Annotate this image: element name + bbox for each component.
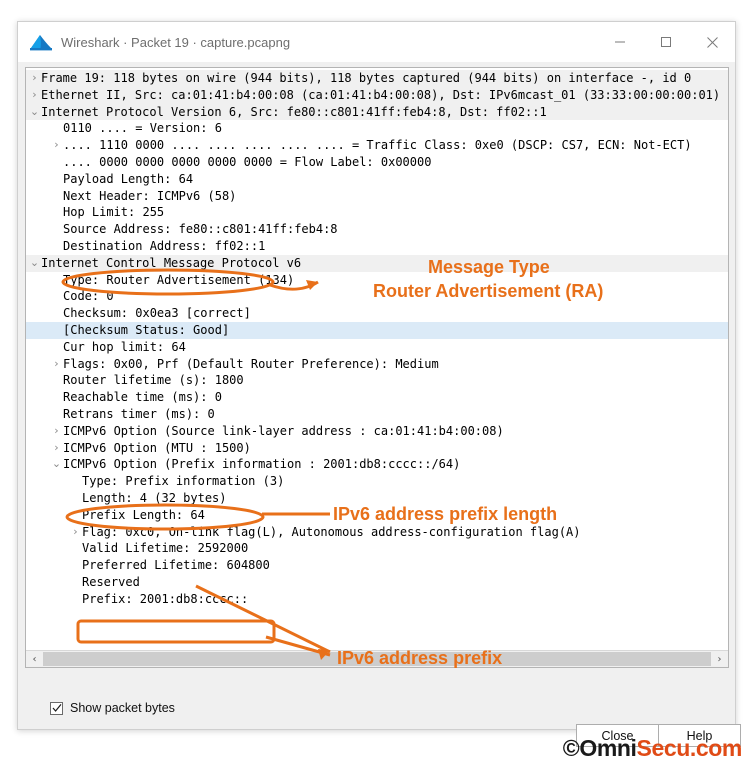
chevron-right-icon[interactable]: › (711, 651, 728, 667)
packet-tree-row-label: Destination Address: ff02::1 (63, 238, 266, 253)
maximize-icon (661, 37, 671, 47)
packet-tree-row-label: Length: 4 (32 bytes) (82, 490, 227, 505)
packet-tree-row-label: ICMPv6 Option (MTU : 1500) (63, 440, 251, 455)
packet-detail-pane[interactable]: › Frame 19: 118 bytes on wire (944 bits),… (25, 67, 729, 668)
chevron-right-icon[interactable]: › (28, 87, 41, 104)
packet-tree-row-label: Hop Limit: 255 (63, 205, 165, 220)
screenshot-root: / / / OmniSecu.com Wireshark · Packet 19… (0, 0, 754, 770)
packet-tree-row-label: ICMPv6 Option (Source link-layer address… (63, 423, 504, 438)
chevron-right-icon[interactable]: › (50, 440, 63, 457)
packet-tree-row-label: Preferred Lifetime: 604800 (82, 558, 270, 573)
show-packet-bytes-label: Show packet bytes (70, 701, 175, 715)
packet-tree-row[interactable]: Reachable time (ms): 0 (26, 389, 728, 406)
close-icon (706, 36, 718, 48)
packet-tree-row-label: Prefix: 2001:db8:cccc:: (82, 591, 249, 606)
packet-tree-row[interactable]: Prefix: 2001:db8:cccc:: (26, 591, 728, 608)
packet-tree-row[interactable]: Type: Prefix information (3) (26, 473, 728, 490)
chevron-right-icon[interactable]: › (28, 70, 41, 87)
packet-tree-row-label: Frame 19: 118 bytes on wire (944 bits), … (41, 71, 692, 85)
packet-tree-row-label: Next Header: ICMPv6 (58) (63, 188, 237, 203)
packet-tree-row[interactable]: › Flag: 0xc0, On-link flag(L), Autonomous… (26, 524, 728, 541)
title-bar: Wireshark · Packet 19 · capture.pcapng (18, 22, 735, 62)
packet-tree-row-label: Internet Control Message Protocol v6 (41, 255, 302, 270)
packet-tree-row-label: Retrans timer (ms): 0 (63, 406, 215, 421)
close-button[interactable] (689, 22, 735, 62)
window-title: Wireshark · Packet 19 · capture.pcapng (61, 34, 291, 50)
packet-tree-row[interactable]: .... 0000 0000 0000 0000 0000 = Flow Lab… (26, 154, 728, 171)
maximize-button[interactable] (643, 22, 689, 62)
packet-tree-row-label: Payload Length: 64 (63, 171, 194, 186)
logo-dark-part: ©Omni (562, 735, 637, 761)
chevron-right-icon[interactable]: › (50, 423, 63, 440)
minimize-button[interactable] (597, 22, 643, 62)
packet-tree-row-label: [Checksum Status: Good] (63, 322, 230, 337)
chevron-down-icon[interactable]: ⌄ (28, 255, 41, 272)
packet-tree-row[interactable]: › Frame 19: 118 bytes on wire (944 bits),… (26, 70, 728, 87)
packet-tree-row[interactable]: ⌄ Internet Protocol Version 6, Src: fe80:… (26, 103, 728, 121)
checkbox-box[interactable] (50, 701, 63, 715)
packet-tree-row[interactable]: [Checksum Status: Good] (26, 321, 728, 339)
packet-tree-row[interactable]: 0110 .... = Version: 6 (26, 120, 728, 137)
packet-tree-row-label: .... 1110 0000 .... .... .... .... .... … (63, 138, 692, 153)
chevron-down-icon[interactable]: ⌄ (28, 104, 41, 121)
packet-tree-row-label: Valid Lifetime: 2592000 (82, 541, 249, 556)
packet-tree-row-label: Cur hop limit: 64 (63, 339, 186, 354)
minimize-icon (615, 41, 625, 43)
packet-tree-row[interactable]: Reserved (26, 574, 728, 591)
check-icon (52, 704, 61, 712)
chevron-right-icon[interactable]: › (69, 524, 82, 541)
packet-tree-row-label: Checksum: 0x0ea3 [correct] (63, 306, 251, 321)
packet-tree-row[interactable]: Payload Length: 64 (26, 171, 728, 188)
packet-tree-row[interactable]: Hop Limit: 255 (26, 204, 728, 221)
packet-tree-row-label: Reachable time (ms): 0 (63, 390, 222, 405)
show-packet-bytes-checkbox[interactable]: Show packet bytes (50, 701, 175, 715)
packet-tree-row[interactable]: Next Header: ICMPv6 (58) (26, 188, 728, 205)
chevron-right-icon[interactable]: › (50, 356, 63, 373)
packet-tree-row-label: Code: 0 (63, 289, 114, 304)
packet-tree-row[interactable]: Cur hop limit: 64 (26, 339, 728, 356)
packet-tree-row[interactable]: › Flags: 0x00, Prf (Default Router Prefer… (26, 356, 728, 373)
packet-tree-row[interactable]: Source Address: fe80::c801:41ff:feb4:8 (26, 221, 728, 238)
packet-tree-row-label: Flags: 0x00, Prf (Default Router Prefere… (63, 356, 439, 371)
packet-tree-row[interactable]: ⌄ Internet Control Message Protocol v6 (26, 254, 728, 272)
chevron-left-icon[interactable]: ‹ (26, 651, 43, 667)
wireshark-fin-icon (30, 35, 52, 51)
packet-tree-row[interactable]: Preferred Lifetime: 604800 (26, 557, 728, 574)
packet-tree-row-label: Source Address: fe80::c801:41ff:feb4:8 (63, 222, 338, 237)
packet-tree-row[interactable]: ›.... 1110 0000 .... .... .... .... ....… (26, 137, 728, 154)
packet-tree-row-label: Internet Protocol Version 6, Src: fe80::… (41, 104, 547, 119)
packet-tree-row-label: Reserved (82, 574, 140, 589)
packet-tree-row[interactable]: Destination Address: ff02::1 (26, 238, 728, 255)
omnisecu-logo: ©OmniSecu.com (562, 735, 743, 762)
window-controls (597, 22, 735, 62)
packet-tree-row[interactable]: › ICMPv6 Option (MTU : 1500) (26, 440, 728, 457)
chevron-right-icon[interactable]: › (50, 137, 63, 154)
annotation-message-type: Message Type (428, 257, 550, 277)
packet-tree-row-label: .... 0000 0000 0000 0000 0000 = Flow Lab… (63, 154, 432, 169)
packet-tree-row-label: Router lifetime (s): 1800 (63, 373, 244, 388)
annotation-prefix: IPv6 address prefix (337, 648, 503, 668)
packet-tree-row[interactable]: Checksum: 0x0ea3 [correct] (26, 305, 728, 322)
packet-tree-row[interactable]: Valid Lifetime: 2592000 (26, 540, 728, 557)
chevron-down-icon[interactable]: ⌄ (50, 456, 63, 473)
packet-tree-row[interactable]: › ICMPv6 Option (Source link-layer addres… (26, 423, 728, 440)
logo-orange-part: Secu.com (636, 735, 743, 761)
packet-tree-row-label: Flag: 0xc0, On-link flag(L), Autonomous … (82, 524, 581, 539)
packet-tree-row-label: Type: Router Advertisement (134) (63, 272, 295, 287)
packet-tree-row-label: Type: Prefix information (3) (82, 474, 285, 489)
packet-tree-row[interactable]: › Ethernet II, Src: ca:01:41:b4:00:08 (ca… (26, 86, 728, 104)
annotation-router-advertisement: Router Advertisement (RA) (373, 281, 604, 301)
annotation-prefix-length: IPv6 address prefix length (333, 504, 558, 524)
packet-tree-row[interactable]: Retrans timer (ms): 0 (26, 406, 728, 423)
packet-tree-row[interactable]: Router lifetime (s): 1800 (26, 372, 728, 389)
packet-tree-row[interactable]: ⌄ ICMPv6 Option (Prefix information : 200… (26, 456, 728, 473)
packet-tree-row-label: Ethernet II, Src: ca:01:41:b4:00:08 (ca:… (41, 87, 721, 102)
packet-tree-row-label: Prefix Length: 64 (82, 507, 205, 522)
packet-tree-row-label: 0110 .... = Version: 6 (63, 121, 222, 136)
packet-tree-row-label: ICMPv6 Option (Prefix information : 2001… (63, 457, 461, 472)
packet-detail-tree[interactable]: › Frame 19: 118 bytes on wire (944 bits),… (26, 70, 728, 608)
packet-detail-dialog: Wireshark · Packet 19 · capture.pcapng ›… (17, 21, 741, 747)
